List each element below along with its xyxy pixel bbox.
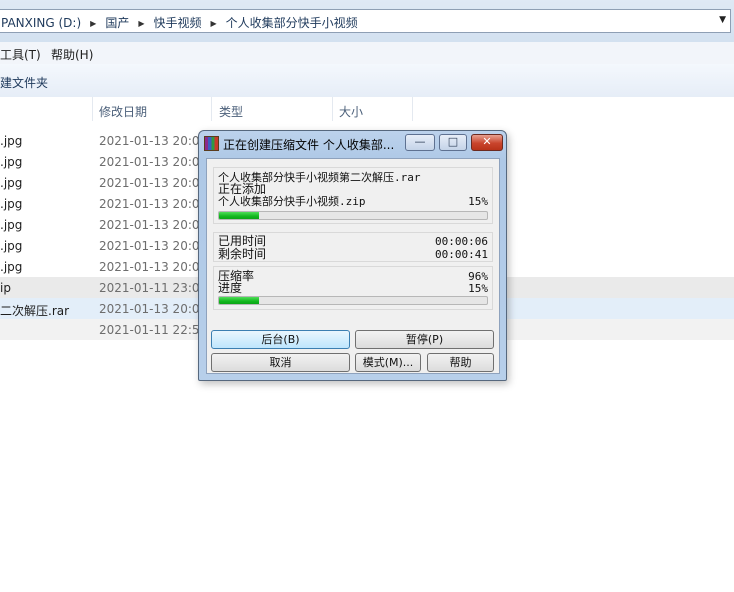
chevron-right-icon[interactable]: ▶	[131, 19, 151, 28]
file-name: .jpg	[0, 155, 23, 169]
file-name: .jpg	[0, 218, 23, 232]
progress-label: 进度	[218, 281, 243, 295]
current-file-name: 个人收集部分快手小视频.zip	[218, 195, 366, 208]
total-progress-bar	[218, 296, 488, 305]
chevron-right-icon[interactable]: ▶	[204, 19, 224, 28]
file-date: 2021-01-11 22:51	[99, 323, 208, 337]
chevron-right-icon[interactable]: ▶	[83, 19, 103, 28]
current-file-progress-bar	[218, 211, 488, 220]
elapsed-value: 00:00:06	[435, 235, 488, 248]
file-name: .jpg	[0, 134, 23, 148]
progress-fill	[219, 212, 260, 219]
breadcrumb-folder-1[interactable]: 国产	[103, 14, 131, 31]
current-file-panel: 个人收集部分快手小视频第二次解压.rar 正在添加 个人收集部分快手小视频.zi…	[213, 167, 493, 224]
help-button[interactable]: 帮助	[427, 353, 494, 372]
column-date[interactable]: 修改日期	[99, 103, 147, 120]
column-size[interactable]: 大小	[339, 103, 363, 120]
file-name: 二次解压.rar	[0, 304, 70, 318]
pause-button[interactable]: 暂停(P)	[355, 330, 494, 349]
column-divider[interactable]	[211, 97, 212, 121]
mode-button[interactable]: 模式(M)...	[355, 353, 421, 372]
maximize-button[interactable]: □	[439, 134, 467, 151]
file-date: 2021-01-11 23:06	[99, 281, 208, 295]
address-box[interactable]: PANXING (D:) ▶ 国产 ▶ 快手视频 ▶ 个人收集部分快手小视频 ▼	[0, 9, 731, 33]
dialog-title: 正在创建压缩文件 个人收集部...	[223, 138, 395, 152]
file-date: 2021-01-13 20:00	[99, 176, 208, 190]
toolbar: 建文件夹	[0, 64, 734, 98]
file-date: 2021-01-13 20:00	[99, 134, 208, 148]
file-date: 2021-01-13 20:00	[99, 197, 208, 211]
menu-help[interactable]: 帮助(H)	[51, 46, 93, 63]
progress-value: 15%	[468, 282, 488, 295]
file-name: .jpg	[0, 239, 23, 253]
minimize-button[interactable]: —	[405, 134, 435, 151]
file-name: .jpg	[0, 197, 23, 211]
menu-tools[interactable]: 工具(T)	[0, 46, 41, 63]
breadcrumb-drive[interactable]: PANXING (D:)	[0, 16, 83, 30]
column-divider[interactable]	[92, 97, 93, 121]
file-date: 2021-01-13 20:00	[99, 218, 208, 232]
breadcrumb: PANXING (D:) ▶ 国产 ▶ 快手视频 ▶ 个人收集部分快手小视频	[0, 14, 360, 31]
menu-bar: 工具(T) 帮助(H)	[0, 42, 734, 65]
file-date: 2021-01-13 20:00	[99, 155, 208, 169]
time-panel: 已用时间 00:00:06 剩余时间 00:00:41	[213, 232, 493, 262]
address-bar: PANXING (D:) ▶ 国产 ▶ 快手视频 ▶ 个人收集部分快手小视频 ▼	[0, 0, 734, 42]
file-name: ip	[0, 281, 11, 295]
column-type[interactable]: 类型	[219, 103, 243, 120]
background-button[interactable]: 后台(B)	[211, 330, 350, 349]
current-file-percent: 15%	[468, 195, 488, 208]
file-date: 2021-01-13 20:00	[99, 239, 208, 253]
column-divider[interactable]	[412, 97, 413, 121]
remaining-value: 00:00:41	[435, 248, 488, 261]
remaining-label: 剩余时间	[218, 247, 267, 261]
file-date: 2021-01-13 20:00	[99, 260, 208, 274]
progress-fill	[219, 297, 260, 304]
chevron-down-icon[interactable]: ▼	[719, 15, 726, 25]
file-name: .jpg	[0, 260, 23, 274]
breadcrumb-folder-2[interactable]: 快手视频	[151, 14, 203, 31]
compress-progress-dialog: 正在创建压缩文件 个人收集部... — □ ✕ 个人收集部分快手小视频第二次解压…	[198, 130, 507, 381]
close-button[interactable]: ✕	[471, 134, 503, 151]
cancel-button[interactable]: 取消	[211, 353, 350, 372]
file-date: 2021-01-13 20:03	[99, 302, 208, 316]
new-folder-button[interactable]: 建文件夹	[0, 74, 48, 91]
column-divider[interactable]	[332, 97, 333, 121]
dialog-body: 个人收集部分快手小视频第二次解压.rar 正在添加 个人收集部分快手小视频.zi…	[206, 158, 500, 374]
total-progress-panel: 压缩率 96% 进度 15%	[213, 266, 493, 310]
breadcrumb-folder-3[interactable]: 个人收集部分快手小视频	[224, 14, 360, 31]
file-name: .jpg	[0, 176, 23, 190]
winrar-icon	[204, 136, 219, 151]
column-header: 修改日期 类型 大小	[0, 97, 734, 121]
